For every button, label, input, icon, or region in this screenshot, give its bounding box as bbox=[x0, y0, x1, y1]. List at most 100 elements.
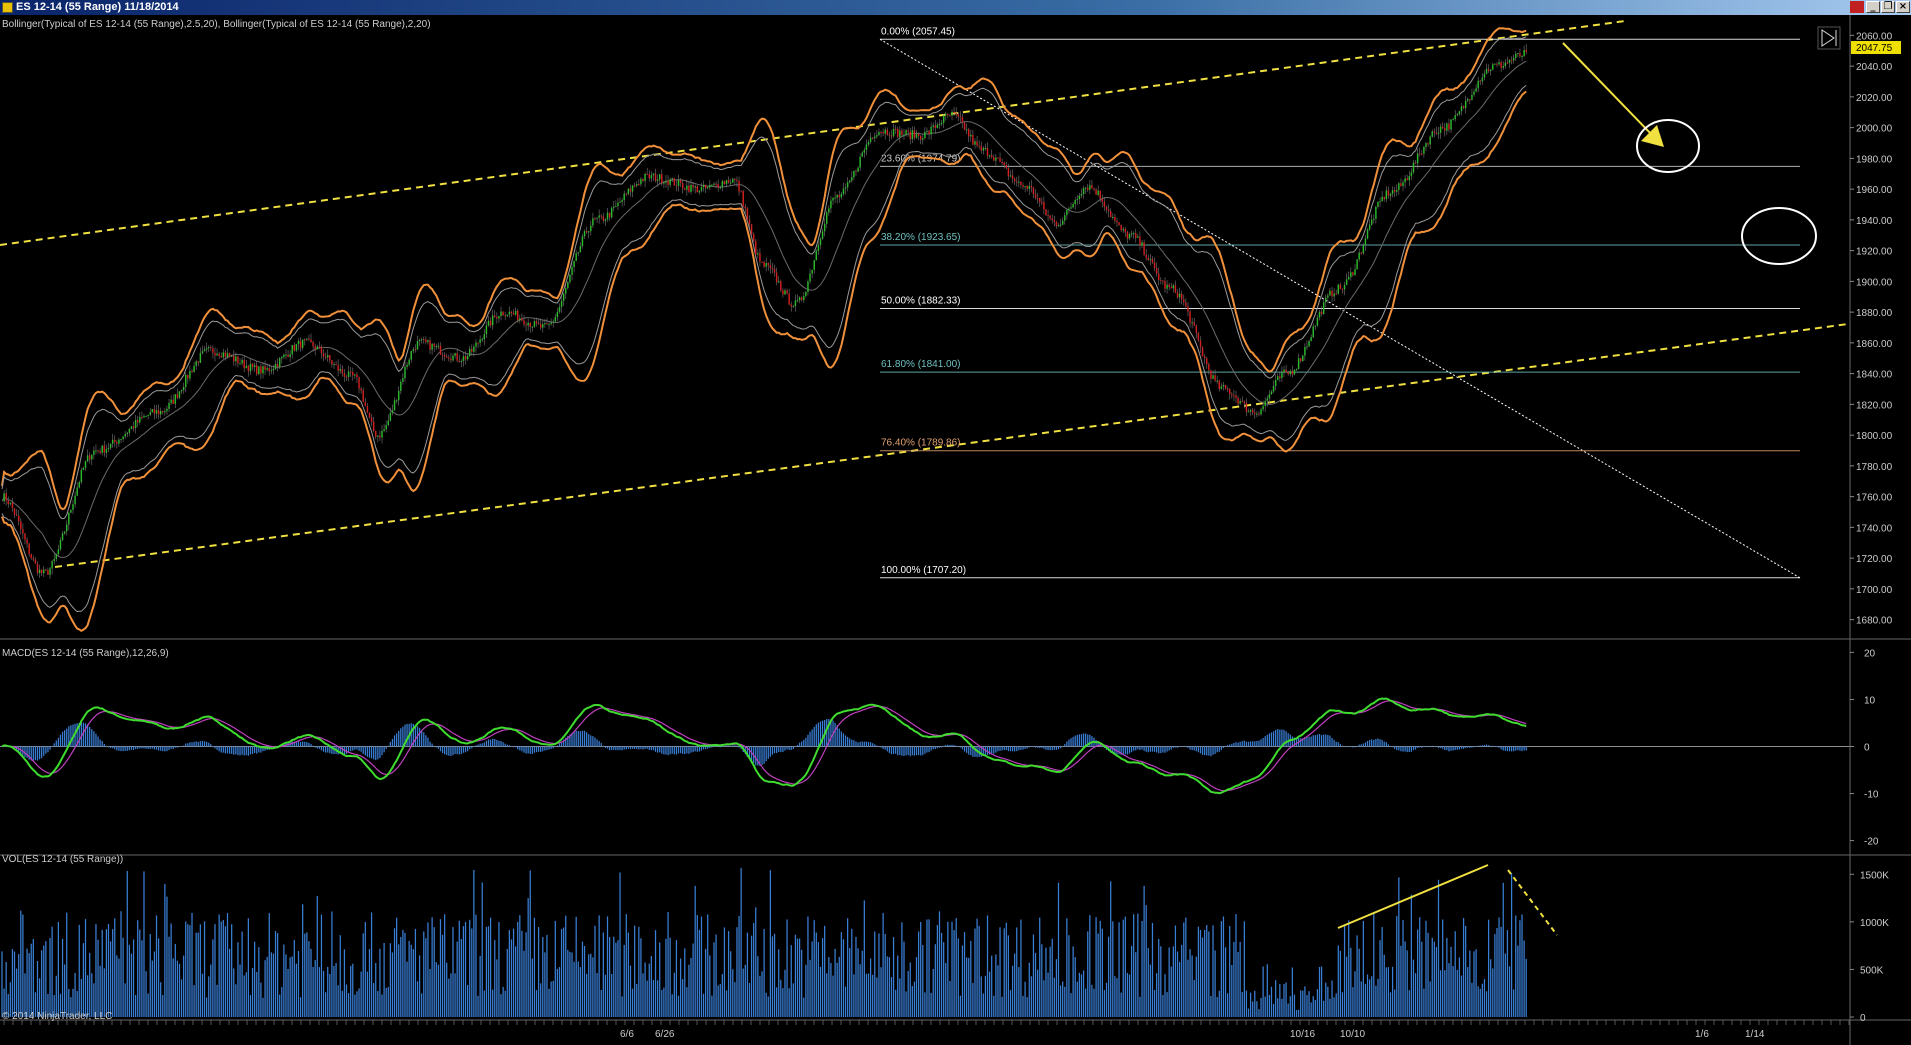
volume-bar bbox=[391, 952, 394, 1017]
close-button[interactable]: × bbox=[1896, 1, 1910, 13]
candle bbox=[894, 125, 897, 135]
macd-histogram-bar bbox=[1141, 746, 1143, 750]
candle bbox=[1494, 63, 1496, 65]
candle bbox=[310, 333, 312, 343]
candle bbox=[136, 415, 139, 427]
macd-histogram-bar bbox=[519, 746, 521, 751]
volume-bar bbox=[1433, 941, 1435, 1017]
candle bbox=[1064, 212, 1066, 225]
candle-body bbox=[1103, 201, 1106, 207]
candle bbox=[775, 267, 778, 286]
candle-body bbox=[1423, 146, 1425, 154]
macd-histogram-bar bbox=[308, 742, 310, 747]
candle-body bbox=[1366, 229, 1369, 239]
candle bbox=[387, 414, 390, 427]
macd-histogram-bar bbox=[629, 746, 632, 750]
macd-histogram-bar bbox=[1506, 746, 1509, 752]
volume-bar bbox=[613, 936, 615, 1017]
candle-body bbox=[562, 293, 565, 301]
candle-body bbox=[529, 322, 531, 327]
volume-bar bbox=[596, 973, 598, 1017]
volume-bar bbox=[1130, 945, 1133, 1017]
candle-body bbox=[114, 439, 116, 443]
candle bbox=[379, 430, 381, 441]
volume-bar bbox=[274, 931, 277, 1017]
macd-histogram-bar bbox=[1523, 746, 1525, 751]
macd-histogram-bar bbox=[1011, 746, 1014, 752]
candle bbox=[1018, 175, 1020, 188]
restore-button[interactable]: ❐ bbox=[1881, 1, 1895, 13]
macd-histogram-bar bbox=[932, 746, 934, 750]
candle bbox=[97, 449, 99, 454]
chart-canvas[interactable]: 0.00% (2057.45)23.60% (1974.79)38.20% (1… bbox=[0, 15, 1911, 1045]
candle-body bbox=[97, 450, 99, 452]
candle bbox=[644, 172, 646, 187]
candle-body bbox=[627, 188, 630, 194]
candle-body bbox=[803, 296, 805, 300]
volume-bar bbox=[320, 914, 323, 1017]
candle bbox=[1295, 368, 1298, 371]
macd-histogram-bar bbox=[1170, 746, 1172, 750]
app-icon bbox=[2, 2, 13, 13]
macd-histogram-bar bbox=[310, 743, 312, 747]
volume-bar bbox=[347, 993, 350, 1017]
macd-histogram-bar bbox=[667, 746, 669, 756]
candle-body bbox=[1074, 199, 1076, 205]
volume-bar bbox=[519, 915, 521, 1017]
macd-histogram-bar bbox=[884, 746, 886, 750]
candle-body bbox=[494, 315, 496, 317]
alert-icon[interactable] bbox=[1850, 1, 1864, 13]
candle-body bbox=[287, 354, 289, 357]
macd-histogram-bar bbox=[1014, 746, 1016, 752]
candle bbox=[360, 386, 362, 394]
volume-bar bbox=[385, 987, 387, 1017]
macd-histogram-bar bbox=[1039, 746, 1041, 749]
volume-bar bbox=[922, 945, 924, 1017]
volume-bar bbox=[869, 958, 872, 1017]
minimize-button[interactable]: _ bbox=[1866, 1, 1880, 13]
candle bbox=[681, 179, 684, 194]
volume-bar bbox=[836, 962, 838, 1017]
candle bbox=[715, 181, 717, 189]
volume-bar bbox=[1283, 984, 1285, 1017]
candle bbox=[1310, 334, 1312, 342]
volume-bar bbox=[579, 967, 581, 1017]
volume-bar bbox=[1448, 963, 1450, 1017]
volume-bar bbox=[1504, 953, 1506, 1017]
candle bbox=[1283, 365, 1285, 378]
volume-bar bbox=[604, 974, 607, 1017]
candle-body bbox=[667, 180, 669, 185]
volume-bar bbox=[126, 871, 128, 1017]
candle-body bbox=[502, 311, 504, 316]
candle-body bbox=[1400, 183, 1402, 186]
macd-histogram-bar bbox=[634, 746, 636, 749]
volume-bar bbox=[487, 926, 490, 1017]
macd-histogram-bar bbox=[934, 746, 936, 749]
candle-body bbox=[1208, 364, 1210, 371]
macd-histogram-bar bbox=[1147, 746, 1149, 753]
volume-bar bbox=[1156, 973, 1158, 1017]
candle bbox=[368, 412, 371, 419]
volume-bar bbox=[913, 981, 916, 1017]
bar-end-icon[interactable] bbox=[1817, 26, 1841, 50]
candle bbox=[1360, 251, 1362, 255]
candle-body bbox=[162, 410, 164, 413]
candle bbox=[953, 106, 955, 116]
volume-bar bbox=[345, 984, 348, 1017]
macd-histogram-bar bbox=[187, 743, 189, 747]
candle bbox=[128, 427, 131, 437]
candle-body bbox=[732, 178, 734, 183]
macd-histogram-bar bbox=[1402, 746, 1404, 752]
candle-body bbox=[1358, 252, 1360, 260]
candle-body bbox=[385, 424, 387, 430]
macd-histogram-bar bbox=[116, 746, 118, 751]
volume-bar bbox=[661, 989, 663, 1017]
price-tick-label: 1700.00 bbox=[1856, 585, 1893, 596]
volume-bar bbox=[642, 973, 644, 1017]
macd-histogram-bar bbox=[1074, 735, 1076, 747]
candle bbox=[970, 129, 972, 142]
candle bbox=[617, 198, 619, 211]
candle-body bbox=[1082, 188, 1085, 195]
volume-bar bbox=[638, 926, 640, 1017]
candle bbox=[621, 198, 623, 207]
